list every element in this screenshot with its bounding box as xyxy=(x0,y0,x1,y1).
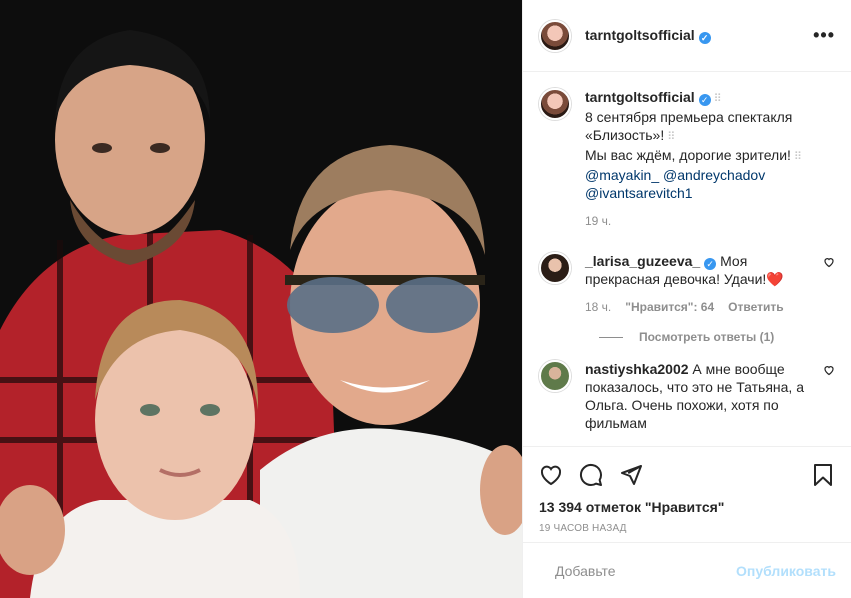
caption: tarntgoltsofficial ✓ ⠿ 8 сентября премьера… xyxy=(539,88,835,230)
verified-badge-icon: ✓ xyxy=(704,258,717,270)
verified-badge-icon: ✓ xyxy=(698,94,711,106)
post-timestamp[interactable]: 19 часов назад xyxy=(539,523,835,534)
translate-dots-icon: ⠿ xyxy=(793,151,802,163)
author-avatar[interactable] xyxy=(539,19,571,52)
likes-count[interactable]: 13 394 отметок "Нравится" xyxy=(539,499,835,515)
caption-line1: 8 сентября премьера спектакля xyxy=(585,109,793,125)
comment-time[interactable]: 18 ч. xyxy=(585,298,611,316)
post-header: tarntgoltsofficial ✓ ••• xyxy=(523,0,851,72)
publish-button[interactable]: Опубликовать xyxy=(736,563,836,579)
caption-line2: «Близость»! xyxy=(585,127,665,143)
caption-time[interactable]: 19 ч. xyxy=(585,212,611,230)
post-photo[interactable] xyxy=(0,0,522,598)
caption-author-avatar[interactable] xyxy=(539,88,571,120)
comment-likes[interactable]: "Нравится": 64 xyxy=(625,298,714,316)
commenter-avatar[interactable] xyxy=(539,252,571,284)
heart-icon[interactable] xyxy=(539,463,563,487)
translate-dots-icon: ⠿ xyxy=(713,93,722,105)
comment-item: _larisa_guzeeva_ ✓ Моя прекрасная девочка… xyxy=(539,252,835,316)
comment-input[interactable] xyxy=(555,562,736,579)
post-photo-illustration xyxy=(0,0,522,598)
comment-item: nastiyshka2002 А мне вообще показалось, … xyxy=(539,360,835,432)
post-actions: 13 394 отметок "Нравится" 19 часов назад xyxy=(523,446,851,542)
bookmark-icon[interactable] xyxy=(811,463,835,487)
mention-link[interactable]: @andreychadov xyxy=(663,167,765,183)
comment-like-heart-icon[interactable] xyxy=(823,364,835,376)
comment-like-heart-icon[interactable] xyxy=(823,256,835,268)
comment-username[interactable]: _larisa_guzeeva_ xyxy=(585,253,700,269)
commenter-avatar[interactable] xyxy=(539,360,571,392)
translate-dots-icon: ⠿ xyxy=(667,131,675,143)
red-heart-emoji-icon: ❤️ xyxy=(766,271,784,287)
view-replies-label: Посмотреть ответы (1) xyxy=(639,330,775,344)
replies-divider xyxy=(599,336,623,338)
comment-username[interactable]: nastiyshka2002 xyxy=(585,361,689,377)
view-replies-button[interactable]: Посмотреть ответы (1) xyxy=(599,330,835,344)
more-options-icon[interactable]: ••• xyxy=(813,25,835,46)
post-side-panel: tarntgoltsofficial ✓ ••• tarntgoltsoffici… xyxy=(522,0,851,598)
comment-icon[interactable] xyxy=(579,463,603,487)
add-comment-bar: Опубликовать xyxy=(523,542,851,598)
reply-button[interactable]: Ответить xyxy=(728,298,783,316)
share-icon[interactable] xyxy=(619,463,643,487)
comments-list: tarntgoltsofficial ✓ ⠿ 8 сентября премьера… xyxy=(523,72,851,446)
author-username[interactable]: tarntgoltsofficial ✓ xyxy=(585,27,711,44)
post-modal: tarntgoltsofficial ✓ ••• tarntgoltsoffici… xyxy=(0,0,851,598)
caption-line3: Мы вас ждём, дорогие зрители! xyxy=(585,147,791,163)
caption-username[interactable]: tarntgoltsofficial xyxy=(585,89,695,105)
mention-link[interactable]: @mayakin_ xyxy=(585,167,659,183)
verified-badge-icon: ✓ xyxy=(698,32,711,44)
mention-link[interactable]: @ivantsarevitch1 xyxy=(585,185,693,201)
